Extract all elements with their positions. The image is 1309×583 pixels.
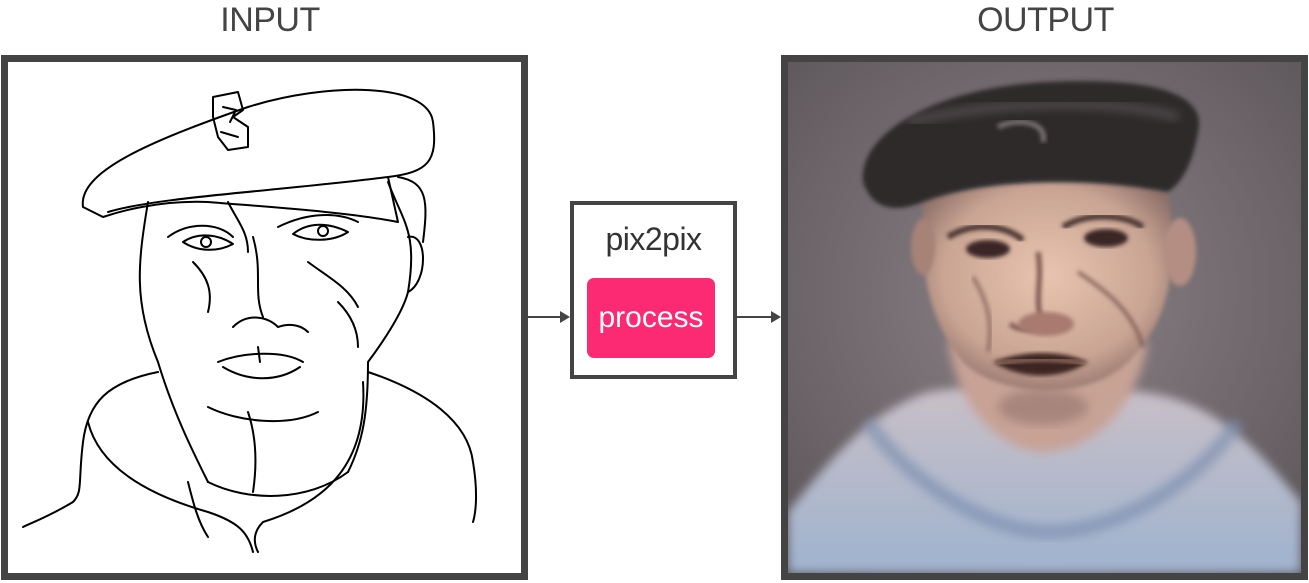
output-title: OUTPUT bbox=[977, 1, 1114, 39]
arrow-right-icon bbox=[737, 311, 781, 323]
process-button[interactable]: process bbox=[587, 278, 715, 358]
input-title: INPUT bbox=[220, 1, 320, 39]
output-image bbox=[781, 55, 1308, 580]
generated-portrait bbox=[788, 62, 1301, 573]
model-name: pix2pix bbox=[605, 221, 702, 257]
input-canvas[interactable] bbox=[1, 55, 528, 580]
sketch-drawing bbox=[22, 88, 477, 553]
model-panel: pix2pix process bbox=[570, 201, 737, 379]
arrow-right-icon bbox=[528, 311, 570, 323]
